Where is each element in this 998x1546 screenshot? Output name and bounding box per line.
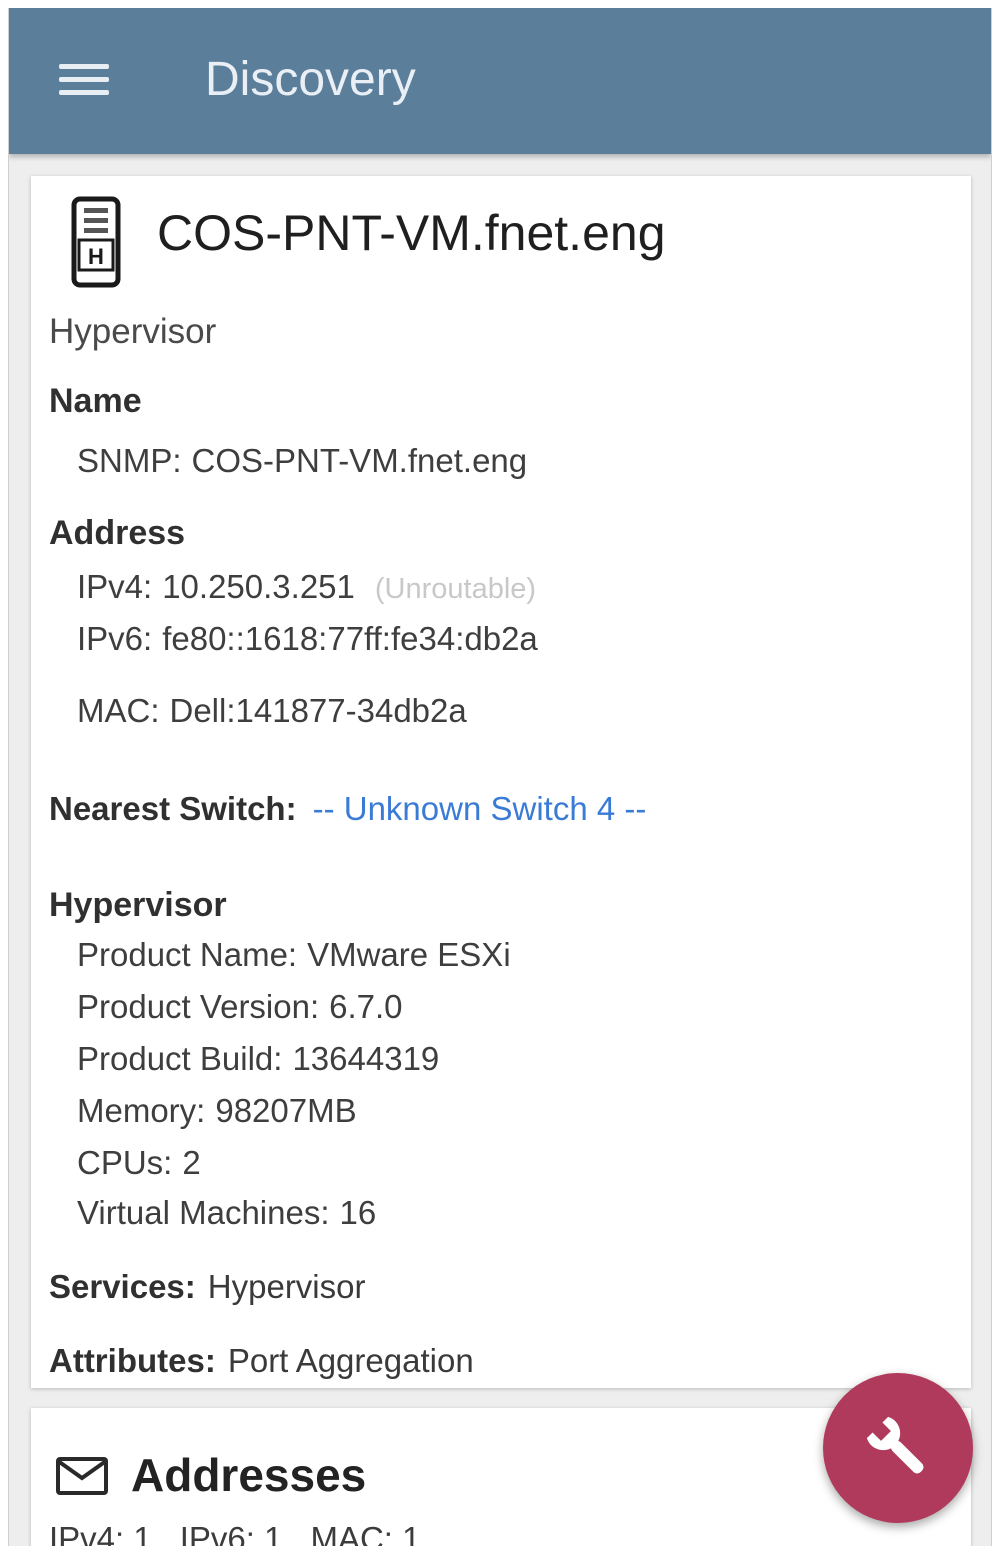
attributes-value: Port Aggregation — [227, 1342, 474, 1379]
device-name: COS-PNT-VM.fnet.eng — [157, 205, 666, 261]
nearest-switch-row: Nearest Switch: -- Unknown Switch 4 -- — [49, 790, 646, 828]
snmp-label: SNMP: — [77, 442, 182, 479]
product-name-row: Product Name: VMware ESXi — [77, 936, 511, 974]
snmp-row: SNMP: COS-PNT-VM.fnet.eng — [77, 442, 527, 480]
page-title: Discovery — [205, 53, 416, 106]
memory-label: Memory: — [77, 1092, 206, 1129]
device-details-screen: Discovery H COS-PNT-VM.fnet.eng Hypervis… — [8, 8, 992, 1546]
attributes-label: Attributes: — [49, 1342, 216, 1379]
addresses-title: Addresses — [131, 1449, 367, 1501]
cpus-value: 2 — [182, 1144, 201, 1181]
memory-value: 98207MB — [215, 1092, 357, 1129]
virtual-machines-row: Virtual Machines: 16 — [77, 1194, 376, 1232]
mac-row: MAC: Dell:141877-34db2a — [77, 692, 467, 730]
snmp-value: COS-PNT-VM.fnet.eng — [191, 442, 528, 479]
mac-label: MAC: — [77, 692, 160, 729]
tools-fab-button[interactable] — [823, 1373, 973, 1523]
product-name-value: VMware ESXi — [307, 936, 511, 973]
ipv4-count: IPv4: 1 — [49, 1520, 152, 1546]
ipv6-row: IPv6: fe80::1618:77ff:fe34:db2a — [77, 620, 538, 658]
envelope-icon — [56, 1457, 108, 1495]
virtual-machines-label: Virtual Machines: — [77, 1194, 330, 1231]
cpus-label: CPUs: — [77, 1144, 173, 1181]
address-counts: IPv4: 1 IPv6: 1 MAC: 1 — [49, 1520, 449, 1546]
mac-count: MAC: 1 — [310, 1520, 421, 1546]
services-label: Services: — [49, 1268, 196, 1305]
attributes-row: Attributes: Port Aggregation — [49, 1342, 474, 1380]
services-row: Services: Hypervisor — [49, 1268, 365, 1306]
svg-text:H: H — [88, 244, 104, 269]
nearest-switch-label: Nearest Switch: — [49, 790, 297, 827]
ipv4-row: IPv4: 10.250.3.251 (Unroutable) — [77, 568, 536, 606]
device-card: H COS-PNT-VM.fnet.eng Hypervisor Name SN… — [31, 176, 971, 1388]
services-value: Hypervisor — [207, 1268, 366, 1305]
product-build-row: Product Build: 13644319 — [77, 1040, 439, 1078]
app-bar: Discovery — [9, 8, 991, 154]
product-build-label: Product Build: — [77, 1040, 283, 1077]
product-version-row: Product Version: 6.7.0 — [77, 988, 403, 1026]
device-type: Hypervisor — [49, 312, 217, 351]
mac-value: Dell:141877-34db2a — [169, 692, 467, 729]
product-version-value: 6.7.0 — [329, 988, 403, 1025]
product-name-label: Product Name: — [77, 936, 298, 973]
virtual-machines-value: 16 — [339, 1194, 377, 1231]
address-heading: Address — [49, 514, 186, 552]
hypervisor-server-icon: H — [71, 196, 121, 288]
wrench-icon — [866, 1416, 924, 1474]
hamburger-menu-icon[interactable] — [55, 58, 115, 102]
ipv6-value: fe80::1618:77ff:fe34:db2a — [162, 620, 538, 657]
unroutable-note: (Unroutable) — [374, 573, 537, 605]
ipv6-label: IPv6: — [77, 620, 153, 657]
memory-row: Memory: 98207MB — [77, 1092, 357, 1130]
ipv4-value: 10.250.3.251 — [162, 568, 355, 605]
product-build-value: 13644319 — [292, 1040, 440, 1077]
product-version-label: Product Version: — [77, 988, 320, 1025]
ipv4-label: IPv4: — [77, 568, 153, 605]
hypervisor-heading: Hypervisor — [49, 886, 227, 924]
nearest-switch-link[interactable]: -- Unknown Switch 4 -- — [313, 790, 647, 827]
cpus-row: CPUs: 2 — [77, 1144, 201, 1182]
ipv6-count: IPv6: 1 — [179, 1520, 283, 1546]
name-heading: Name — [49, 382, 142, 420]
